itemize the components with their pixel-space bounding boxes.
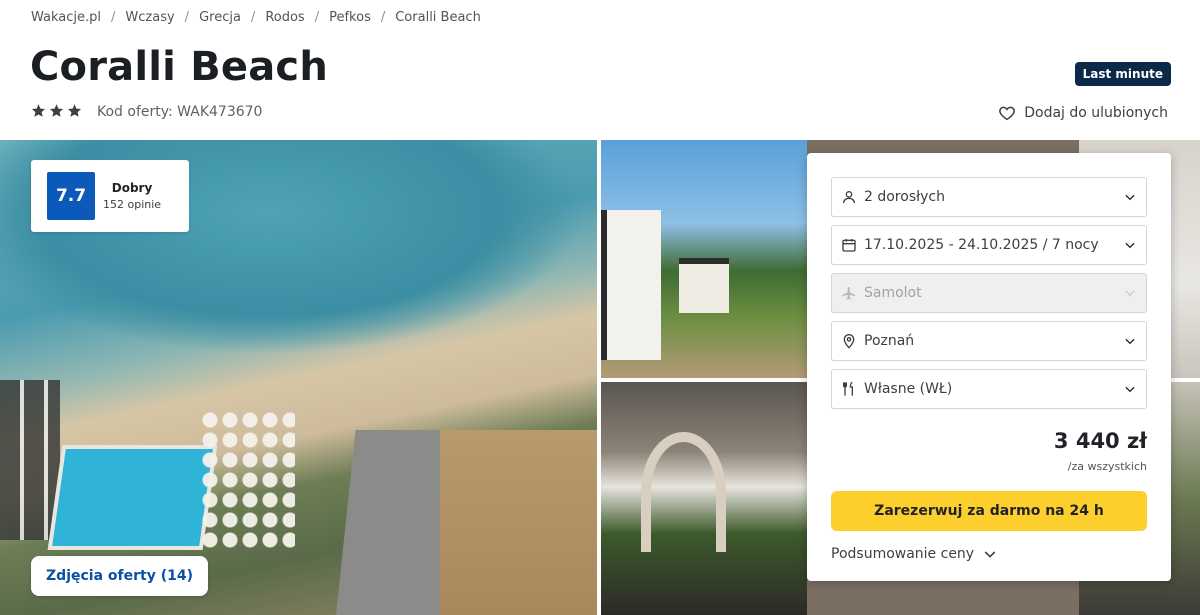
rating-count: 152 opinie	[103, 198, 162, 211]
calendar-icon	[842, 239, 856, 252]
hotel-stars	[31, 103, 82, 118]
board-value: Własne (WŁ)	[864, 381, 953, 397]
booking-panel: 2 dorosłych 17.10.2025 - 24.10.2025 / 7 …	[807, 153, 1171, 581]
star-icon	[31, 104, 46, 117]
chevron-down-icon	[1125, 242, 1135, 249]
photo-detail	[200, 410, 295, 550]
transport-value: Samolot	[864, 285, 922, 301]
chevron-down-icon	[1125, 194, 1135, 201]
total-price: 3 440 zł	[1053, 429, 1147, 453]
book-button[interactable]: Zarezerwuj za darmo na 24 h	[831, 491, 1147, 531]
dates-select[interactable]: 17.10.2025 - 24.10.2025 / 7 nocy	[831, 225, 1147, 265]
departure-value: Poznań	[864, 333, 915, 349]
breadcrumb: Wakacje.pl / Wczasy / Grecja / Rodos / P…	[31, 10, 481, 25]
gallery-photo-restaurant[interactable]	[601, 382, 807, 615]
breadcrumb-separator: /	[314, 10, 320, 25]
page-title: Coralli Beach	[30, 44, 329, 90]
star-icon	[67, 104, 82, 117]
rating-score: 7.7	[47, 172, 95, 220]
price-note: /za wszystkich	[1067, 460, 1147, 473]
breadcrumb-separator: /	[250, 10, 256, 25]
breadcrumb-item-wakacje[interactable]: Wakacje.pl	[31, 10, 101, 25]
chevron-down-icon	[984, 551, 996, 558]
board-select[interactable]: Własne (WŁ)	[831, 369, 1147, 409]
breadcrumb-item-grecja[interactable]: Grecja	[199, 10, 241, 25]
breadcrumb-separator: /	[380, 10, 386, 25]
photo-detail	[679, 258, 729, 313]
chevron-down-icon	[1125, 386, 1135, 393]
person-icon	[843, 191, 855, 204]
chevron-down-icon	[1125, 290, 1135, 297]
travelers-value: 2 dorosłych	[864, 189, 945, 205]
add-to-favorites-label: Dodaj do ulubionych	[1024, 105, 1168, 121]
offer-code: Kod oferty: WAK473670	[97, 104, 263, 120]
rating-card[interactable]: 7.7 Dobry 152 opinie	[31, 160, 189, 232]
photo-detail	[440, 430, 597, 615]
offer-photos-button[interactable]: Zdjęcia oferty (14)	[31, 556, 208, 596]
airplane-icon	[842, 287, 855, 300]
breadcrumb-item-pefkos[interactable]: Pefkos	[329, 10, 371, 25]
travelers-select[interactable]: 2 dorosłych	[831, 177, 1147, 217]
chevron-down-icon	[1125, 338, 1135, 345]
photo-detail	[601, 210, 661, 360]
last-minute-badge: Last minute	[1074, 62, 1171, 86]
rating-label: Dobry	[111, 181, 153, 195]
star-icon	[49, 104, 64, 117]
photo-detail	[47, 445, 218, 550]
price-summary-toggle[interactable]: Podsumowanie ceny	[831, 546, 998, 562]
location-pin-icon	[843, 334, 855, 349]
breadcrumb-separator: /	[111, 10, 116, 25]
transport-select: Samolot	[831, 273, 1147, 313]
breadcrumb-separator: /	[184, 10, 190, 25]
dates-value: 17.10.2025 - 24.10.2025 / 7 nocy	[864, 237, 1099, 253]
breadcrumb-item-current: Coralli Beach	[395, 10, 481, 25]
breadcrumb-item-wczasy[interactable]: Wczasy	[125, 10, 174, 25]
heart-icon	[999, 106, 1016, 121]
add-to-favorites-button[interactable]: Dodaj do ulubionych	[998, 104, 1168, 122]
photo-detail	[0, 380, 60, 540]
price-summary-label: Podsumowanie ceny	[831, 546, 975, 562]
photo-detail	[641, 432, 726, 552]
cutlery-icon	[843, 381, 853, 396]
gallery-photo-cabanas[interactable]	[601, 140, 807, 378]
breadcrumb-item-rodos[interactable]: Rodos	[265, 10, 304, 25]
departure-select[interactable]: Poznań	[831, 321, 1147, 361]
